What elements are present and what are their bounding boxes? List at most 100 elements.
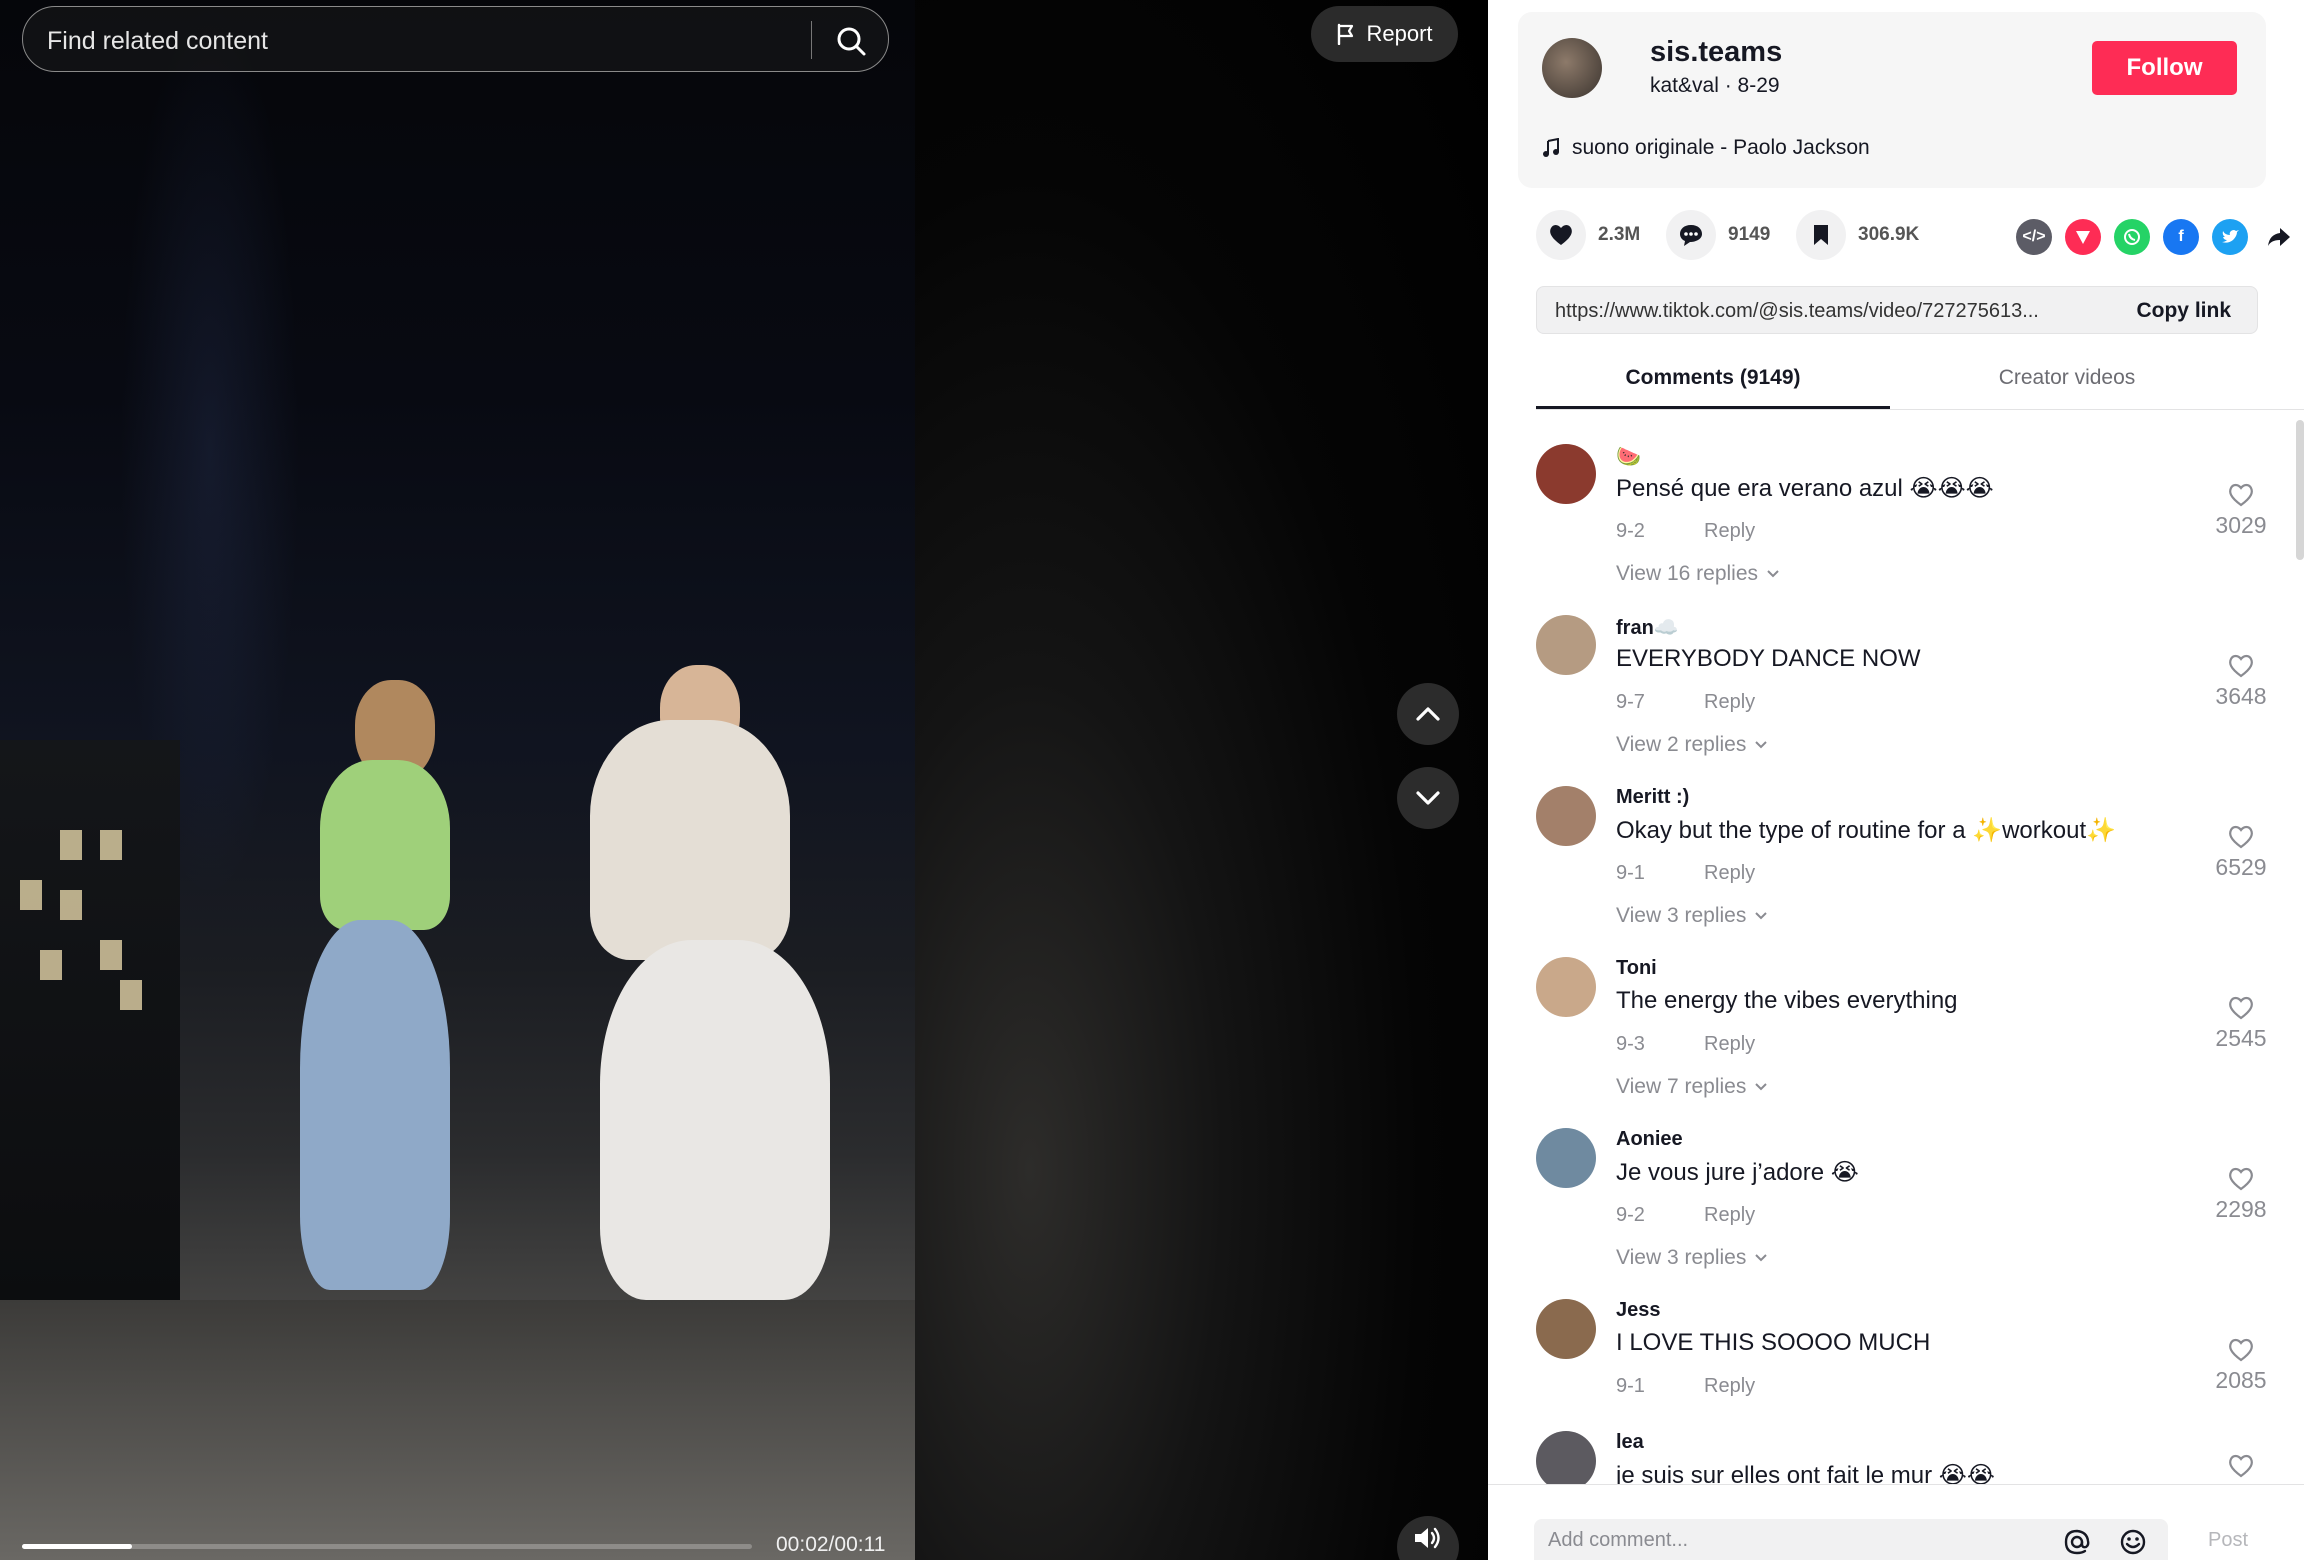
comment-like-count: 6529 <box>2215 854 2267 880</box>
at-icon <box>2064 1529 2090 1555</box>
search-button[interactable] <box>831 21 871 61</box>
copy-link-button[interactable]: Copy link <box>2136 299 2231 323</box>
panel-tabs: Comments (9149) Creator videos <box>1536 358 2304 410</box>
details-panel: sis.teams kat&val · 8-29 Follow suono or… <box>1488 0 2304 1560</box>
comment-avatar[interactable] <box>1536 957 1596 1017</box>
comment-item: Meritt :) Okay but the type of routine f… <box>1536 772 2276 943</box>
comment-like[interactable]: 2545 <box>2206 995 2276 1052</box>
heart-icon <box>1550 225 1572 245</box>
reply-button[interactable]: Reply <box>1704 1375 1755 1398</box>
tab-creator-videos[interactable]: Creator videos <box>1890 366 2244 390</box>
comment-username[interactable]: Toni <box>1616 957 1657 980</box>
comment-username[interactable]: 🍉 <box>1616 444 1641 469</box>
comment-like[interactable]: 3648 <box>2206 653 2276 710</box>
comment-count: 9149 <box>1728 224 1771 245</box>
comment-avatar[interactable] <box>1536 444 1596 504</box>
view-replies-button[interactable]: View 2 replies <box>1616 733 1768 757</box>
comment-like[interactable]: 3029 <box>2206 482 2276 539</box>
post-button[interactable]: Post <box>2208 1529 2248 1552</box>
music-link[interactable]: suono originale - Paolo Jackson <box>1542 136 1870 160</box>
save-count: 306.9K <box>1858 224 1920 245</box>
comment-date: 9-2 <box>1616 1204 1645 1226</box>
save-button[interactable] <box>1796 210 1846 260</box>
chevron-down-icon <box>1755 1254 1768 1262</box>
tab-underline <box>1536 406 1890 409</box>
comment-like-count: 2085 <box>2215 1367 2267 1393</box>
chevron-down-icon <box>1416 791 1440 805</box>
save-stat[interactable]: 306.9K <box>1796 210 1919 260</box>
whatsapp-icon[interactable] <box>2114 219 2150 255</box>
report-button[interactable]: Report <box>1311 6 1458 62</box>
music-note-icon <box>1543 138 1559 157</box>
reply-button[interactable]: Reply <box>1704 1033 1755 1056</box>
emoji-button[interactable] <box>2118 1527 2148 1560</box>
heart-outline-icon <box>2229 654 2253 678</box>
reply-button[interactable]: Reply <box>1704 1204 1755 1227</box>
dancer-left-top <box>320 760 450 930</box>
comment-like[interactable]: 2085 <box>2206 1337 2276 1394</box>
follow-button[interactable]: Follow <box>2092 41 2237 95</box>
author-avatar[interactable] <box>1542 38 1602 98</box>
previous-video-button[interactable] <box>1397 683 1459 745</box>
comment-username[interactable]: lea <box>1616 1431 1644 1454</box>
music-title: suono originale - Paolo Jackson <box>1572 136 1870 159</box>
view-replies-button[interactable]: View 7 replies <box>1616 1075 1768 1099</box>
comment-avatar[interactable] <box>1536 615 1596 675</box>
twitter-icon[interactable] <box>2212 219 2248 255</box>
comment-stat[interactable]: 9149 <box>1666 210 1770 260</box>
search-bar[interactable]: Find related content <box>22 6 889 72</box>
comment-username[interactable]: Aoniee <box>1616 1128 1683 1151</box>
view-replies-button[interactable]: View 3 replies <box>1616 904 1768 928</box>
like-button[interactable] <box>1536 210 1586 260</box>
comment-like-count: 2545 <box>2215 1025 2267 1051</box>
author-nickname-date: kat&val · 8-29 <box>1650 74 1780 97</box>
comment-avatar[interactable] <box>1536 1128 1596 1188</box>
video-player[interactable] <box>0 0 915 1560</box>
dancer-right-hoodie <box>590 720 790 960</box>
chevron-down-icon <box>1755 741 1768 749</box>
send-icon[interactable] <box>2065 219 2101 255</box>
author-username[interactable]: sis.teams <box>1650 36 1782 69</box>
mention-button[interactable] <box>2062 1527 2092 1560</box>
comment-list: 🍉 Pensé que era verano azul 😭😭😭 9-2 Repl… <box>1536 430 2276 1484</box>
comment-item: 🍉 Pensé que era verano azul 😭😭😭 9-2 Repl… <box>1536 430 2276 601</box>
comment-username[interactable]: Meritt :) <box>1616 786 1689 809</box>
view-replies-button[interactable]: View 3 replies <box>1616 1246 1768 1270</box>
chevron-down-icon <box>1755 1083 1768 1091</box>
comments-scrollbar[interactable] <box>2296 420 2304 560</box>
comment-like[interactable]: 6529 <box>2206 824 2276 881</box>
street <box>0 1300 915 1560</box>
view-replies-label: View 3 replies <box>1616 1246 1747 1269</box>
facebook-icon[interactable]: f <box>2163 219 2199 255</box>
reply-button[interactable]: Reply <box>1704 862 1755 885</box>
heart-outline-icon <box>2229 483 2253 507</box>
author-card: sis.teams kat&val · 8-29 Follow suono or… <box>1518 12 2266 188</box>
report-label: Report <box>1366 21 1433 46</box>
comment-date: 9-7 <box>1616 691 1645 713</box>
comment-text: Je vous jure j’adore 😭 <box>1616 1159 1859 1186</box>
view-replies-button[interactable]: View 16 replies <box>1616 562 1780 586</box>
reply-button[interactable]: Reply <box>1704 691 1755 714</box>
comment-text: je suis sur elles ont fait le mur 😭😭 <box>1616 1462 1995 1484</box>
search-input[interactable]: Find related content <box>47 27 268 56</box>
comment-like[interactable]: 2298 <box>2206 1166 2276 1223</box>
reply-button[interactable]: Reply <box>1704 520 1755 543</box>
comment-input[interactable]: Add comment... <box>1534 1519 2168 1560</box>
comment-button[interactable] <box>1666 210 1716 260</box>
share-link-url[interactable]: https://www.tiktok.com/@sis.teams/video/… <box>1555 300 2095 323</box>
tab-comments[interactable]: Comments (9149) <box>1536 366 1890 390</box>
comment-username[interactable]: Jess <box>1616 1299 1661 1322</box>
share-arrow-icon[interactable] <box>2261 219 2297 255</box>
comment-like[interactable] <box>2206 1453 2276 1479</box>
comment-like-count: 2298 <box>2215 1196 2267 1222</box>
next-video-button[interactable] <box>1397 767 1459 829</box>
comment-avatar[interactable] <box>1536 1431 1596 1484</box>
embed-icon[interactable]: </> <box>2016 219 2052 255</box>
video-progress-bar[interactable] <box>22 1544 752 1549</box>
like-stat[interactable]: 2.3M <box>1536 210 1640 260</box>
comment-avatar[interactable] <box>1536 1299 1596 1359</box>
comment-avatar[interactable] <box>1536 786 1596 846</box>
comment-text: The energy the vibes everything <box>1616 987 1958 1014</box>
comment-item: Jess I LOVE THIS SOOOO MUCH 9-1 Reply 20… <box>1536 1285 2276 1417</box>
comment-username[interactable]: fran☁️ <box>1616 615 1679 640</box>
